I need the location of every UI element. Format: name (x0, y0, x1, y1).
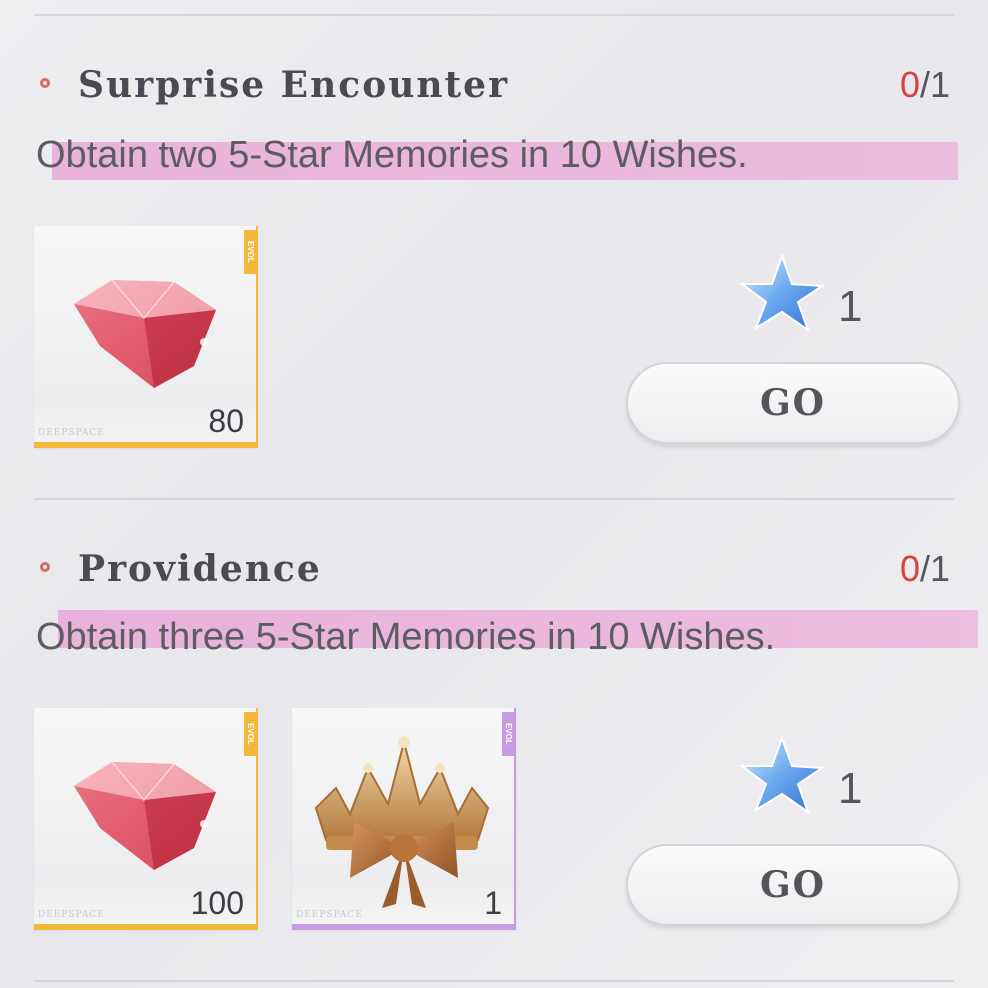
star-icon (739, 254, 826, 333)
item-tag: EVOL (502, 712, 514, 756)
reward-item-card[interactable]: EVOL DEEPSPACE 1 (292, 708, 516, 930)
task-description-wrap: Obtain two 5-Star Memories in 10 Wishes. (36, 134, 966, 186)
reward-item-card[interactable]: EVOL DEEPSPACE 80 (34, 226, 258, 448)
task-description: Obtain three 5-Star Memories in 10 Wishe… (36, 616, 776, 658)
item-quantity: 100 (190, 885, 244, 921)
task-description-wrap: Obtain three 5-Star Memories in 10 Wishe… (36, 610, 982, 668)
rarity-side-bar (256, 708, 258, 930)
rarity-bottom-bar (34, 924, 258, 930)
rarity-bottom-bar (292, 924, 516, 930)
task-title: Surprise Encounter (78, 64, 510, 106)
task-title: Providence (78, 548, 322, 590)
item-tag: EVOL (244, 230, 256, 274)
rarity-side-bar (514, 708, 516, 930)
reward-count: 1 (838, 764, 863, 813)
item-tag: EVOL (244, 712, 256, 756)
rarity-bottom-bar (34, 442, 258, 448)
crown-icon (314, 736, 490, 908)
item-brand: DEEPSPACE (38, 428, 105, 438)
task-title-row: Providence 0/1 (38, 548, 950, 598)
go-button[interactable]: GO (626, 362, 960, 444)
star-icon (739, 736, 826, 815)
bullet-icon (40, 562, 50, 572)
rarity-side-bar (256, 226, 258, 448)
item-quantity: 1 (484, 885, 502, 921)
item-brand: DEEPSPACE (296, 910, 363, 920)
progress-current: 0 (899, 548, 920, 589)
reward-item-card[interactable]: EVOL DEEPSPACE 100 (34, 708, 258, 930)
task-divider (34, 498, 954, 500)
task-description: Obtain two 5-Star Memories in 10 Wishes. (36, 134, 748, 176)
progress-total: /1 (919, 64, 950, 105)
progress-total: /1 (919, 548, 950, 589)
task-progress: 0/1 (900, 548, 950, 590)
bottom-divider (34, 980, 954, 982)
go-button[interactable]: GO (626, 844, 960, 926)
top-divider (34, 14, 954, 16)
task-progress: 0/1 (900, 64, 950, 106)
progress-current: 0 (899, 64, 920, 105)
reward-count: 1 (838, 282, 863, 331)
task-title-row: Surprise Encounter 0/1 (38, 64, 950, 114)
item-quantity: 80 (208, 403, 244, 439)
bullet-icon (40, 78, 50, 88)
item-brand: DEEPSPACE (38, 910, 105, 920)
